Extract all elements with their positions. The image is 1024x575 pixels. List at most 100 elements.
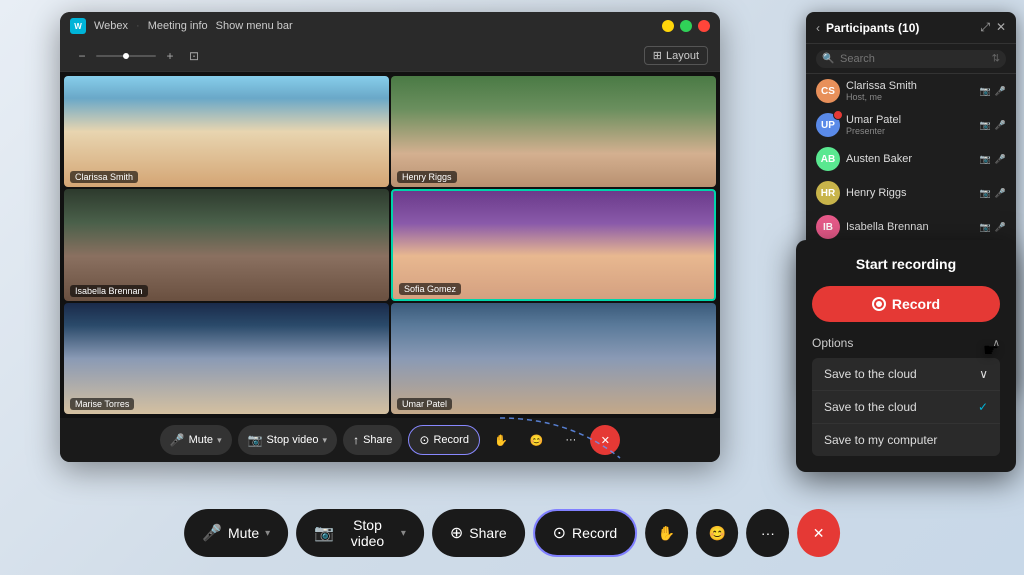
big-bottom-toolbar: 🎤 Mute ▾ 📷 Stop video ▾ ⊕ Share ⊙ Record… xyxy=(184,509,840,557)
participant-role: Host, me xyxy=(846,92,974,102)
save-dropdown: Save to the cloud ∨ Save to the cloud ✓ … xyxy=(812,358,1000,456)
big-video-chevron: ▾ xyxy=(401,528,406,539)
participant-role: Presenter xyxy=(846,126,974,136)
list-item[interactable]: AB Austen Baker 📷 🎤 xyxy=(806,142,1016,176)
avatar: HR xyxy=(816,181,840,205)
list-item[interactable]: HR Henry Riggs 📷 🎤 xyxy=(806,176,1016,210)
zoom-out-button[interactable]: − xyxy=(72,46,92,66)
zoom-controls: − + ⊡ xyxy=(72,46,204,66)
more-button[interactable]: ··· xyxy=(557,425,584,455)
avatar: IB xyxy=(816,215,840,239)
big-more-button[interactable]: ··· xyxy=(747,509,790,557)
search-container: 🔍 ⇅ xyxy=(806,44,1016,74)
avatar: CS xyxy=(816,79,840,103)
presenter-badge xyxy=(833,110,843,120)
close-panel-icon[interactable]: ✕ xyxy=(996,20,1006,35)
big-record-button[interactable]: ⊙ Record xyxy=(533,509,638,557)
big-share-icon: ⊕ xyxy=(450,523,463,543)
record-popup-button[interactable]: Record xyxy=(812,286,1000,322)
participant-name: Clarissa Smith xyxy=(846,80,974,92)
app-name: Webex xyxy=(94,20,128,32)
camera-icon: 📷 xyxy=(980,120,991,131)
video-name-umar: Umar Patel xyxy=(397,398,452,410)
video-grid: Clarissa Smith Henry Riggs Isabella Bren… xyxy=(60,72,720,418)
end-call-button[interactable]: ✕ xyxy=(590,425,620,455)
share-button[interactable]: ↑ Share xyxy=(343,425,402,455)
video-name-isabella: Isabella Brennan xyxy=(70,285,148,297)
raise-hand-button[interactable]: ✋ xyxy=(486,425,516,455)
expand-icon[interactable]: ⤢ xyxy=(980,20,990,35)
camera-icon: 📷 xyxy=(980,222,991,233)
mute-button[interactable]: 🎤 Mute ▾ xyxy=(160,425,232,455)
participants-title: Participants (10) xyxy=(826,21,974,35)
video-cell-clarissa: Clarissa Smith xyxy=(64,76,389,187)
record-button[interactable]: ⊙ Record xyxy=(408,425,480,455)
zoom-slider[interactable] xyxy=(96,55,156,57)
avatar: AB xyxy=(816,147,840,171)
dropdown-trigger[interactable]: Save to the cloud ∨ xyxy=(812,358,1000,391)
mic-muted-icon: 🎤 xyxy=(995,120,1006,131)
fit-button[interactable]: ⊡ xyxy=(184,46,204,66)
search-input[interactable] xyxy=(816,50,1006,68)
window-controls xyxy=(662,20,710,32)
dropdown-chevron-icon: ∨ xyxy=(979,367,988,381)
video-name-marise: Marise Torres xyxy=(70,398,134,410)
big-mute-chevron: ▾ xyxy=(265,528,270,539)
list-item[interactable]: IB Isabella Brennan 📷 🎤 xyxy=(806,210,1016,244)
big-share-button[interactable]: ⊕ Share xyxy=(432,509,525,557)
panel-header: ‹ Participants (10) ⤢ ✕ xyxy=(806,12,1016,44)
save-to-computer-option[interactable]: Save to my computer xyxy=(812,424,1000,456)
video-name-henry: Henry Riggs xyxy=(397,171,457,183)
mic-muted-icon: 🎤 xyxy=(995,154,1006,165)
camera-icon: 📷 xyxy=(980,188,991,199)
maximize-button[interactable] xyxy=(680,20,692,32)
record-icon xyxy=(872,297,886,311)
video-cell-isabella: Isabella Brennan xyxy=(64,189,389,300)
mic-muted-icon: 🎤 xyxy=(995,86,1006,97)
layout-button[interactable]: ⊞ Layout xyxy=(644,46,708,65)
big-mute-button[interactable]: 🎤 Mute ▾ xyxy=(184,509,288,557)
minimize-button[interactable] xyxy=(662,20,674,32)
chevron-left-icon[interactable]: ‹ xyxy=(816,21,820,35)
zoom-in-button[interactable]: + xyxy=(160,46,180,66)
search-icon: 🔍 xyxy=(822,53,834,64)
check-icon: ✓ xyxy=(978,400,988,414)
video-cell-sofia: Sofia Gomez xyxy=(391,189,716,300)
sort-icon[interactable]: ⇅ xyxy=(992,53,1000,64)
participant-name: Umar Patel xyxy=(846,114,974,126)
reactions-button[interactable]: 😊 xyxy=(522,425,552,455)
share-icon: ↑ xyxy=(353,433,359,447)
bottom-toolbar: 🎤 Mute ▾ 📷 Stop video ▾ ↑ Share ⊙ Record… xyxy=(60,418,720,462)
mic-icon: 🎤 xyxy=(170,433,185,447)
mute-chevron: ▾ xyxy=(217,435,222,446)
close-button[interactable] xyxy=(698,20,710,32)
big-mic-icon: 🎤 xyxy=(202,523,222,543)
big-stop-video-button[interactable]: 📷 Stop video ▾ xyxy=(296,509,424,557)
big-reactions-button[interactable]: 😊 xyxy=(696,509,739,557)
big-end-call-button[interactable]: ✕ xyxy=(797,509,840,557)
webex-window: W Webex · Meeting info Show menu bar − +… xyxy=(60,12,720,462)
show-menu-bar[interactable]: Show menu bar xyxy=(216,20,293,32)
cursor-indicator: ☛ xyxy=(983,340,999,361)
meeting-info-link[interactable]: Meeting info xyxy=(148,20,208,32)
video-cell-umar: Umar Patel xyxy=(391,303,716,414)
list-item[interactable]: UP Umar Patel Presenter 📷 🎤 xyxy=(806,108,1016,142)
list-item[interactable]: CS Clarissa Smith Host, me 📷 🎤 xyxy=(806,74,1016,108)
record-icon-small: ⊙ xyxy=(419,433,429,447)
panel-header-icons: ⤢ ✕ xyxy=(980,20,1006,35)
video-name-sofia: Sofia Gomez xyxy=(399,283,461,295)
big-camera-icon: 📷 xyxy=(314,523,334,543)
save-to-cloud-option[interactable]: Save to the cloud ✓ xyxy=(812,391,1000,424)
title-bar: W Webex · Meeting info Show menu bar xyxy=(60,12,720,40)
stop-video-button[interactable]: 📷 Stop video ▾ xyxy=(238,425,337,455)
participant-name: Henry Riggs xyxy=(846,187,974,199)
video-chevron: ▾ xyxy=(323,435,328,446)
video-name-clarissa: Clarissa Smith xyxy=(70,171,138,183)
big-raise-hand-button[interactable]: ✋ xyxy=(645,509,688,557)
camera-icon: 📷 xyxy=(980,154,991,165)
video-cell-henry: Henry Riggs xyxy=(391,76,716,187)
webex-logo: W xyxy=(70,18,86,34)
big-record-icon: ⊙ xyxy=(553,523,566,543)
mic-muted-icon: 🎤 xyxy=(995,188,1006,199)
recording-popup-title: Start recording xyxy=(812,256,1000,272)
